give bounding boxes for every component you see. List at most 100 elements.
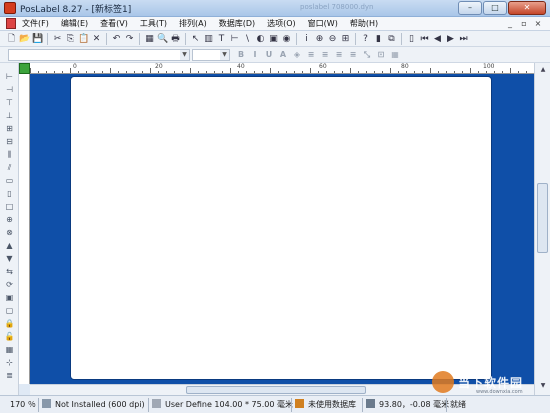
grid-toggle-icon[interactable]: ▦ [4,344,15,355]
zoom-in-icon[interactable]: ⊕ [314,34,325,45]
rotate-icon[interactable]: ⟳ [4,279,15,290]
document-icon[interactable] [6,18,16,29]
align-justify-icon[interactable]: ≡ [348,49,358,60]
doc-restore-button[interactable]: ▫ [518,19,530,29]
paste-icon[interactable]: 📋 [78,34,89,45]
bold-icon[interactable]: B [236,49,246,60]
info-icon[interactable]: ⅰ [301,34,312,45]
help-icon[interactable]: ? [360,34,371,45]
page-icon[interactable]: ▯ [406,34,417,45]
menu-arrange[interactable]: 排列(A) [179,18,207,30]
menu-view[interactable]: 查看(V) [100,18,128,30]
size-combo[interactable]: ▼ [192,49,230,61]
new-icon[interactable]: 🗋 [6,34,17,45]
menu-database[interactable]: 数据库(D) [219,18,255,30]
send-back-icon[interactable]: ▼ [4,253,15,264]
center-v-icon[interactable]: ⊗ [4,227,15,238]
doc-close-button[interactable]: × [532,19,544,29]
maximize-button[interactable]: □ [483,1,507,15]
ruler-tick-label: 100 [483,63,495,70]
snap-icon[interactable]: ⊹ [4,357,15,368]
copy-icon[interactable]: ⎘ [65,34,76,45]
distribute-h-icon[interactable]: ⫼ [4,149,15,160]
group-icon[interactable]: ▣ [4,292,15,303]
shape-tool-icon[interactable]: ◐ [255,34,266,45]
align-center-icon[interactable]: ≡ [320,49,330,60]
horizontal-scroll-thumb[interactable] [186,386,366,394]
status-divider [148,398,149,412]
fill-icon[interactable]: ◈ [292,49,302,60]
zoom-out-icon[interactable]: ⊖ [327,34,338,45]
image-tool-icon[interactable]: ▣ [268,34,279,45]
print-icon[interactable]: 🖶 [170,34,181,45]
grid-icon[interactable]: ▦ [390,49,400,60]
first-page-icon[interactable]: ⏮ [419,34,430,45]
align-top-icon[interactable]: ⊤ [4,97,15,108]
menu-window[interactable]: 窗口(W) [308,18,338,30]
title-bar: PosLabel 8.27 - [新标签1] poslabel 708000.d… [0,0,550,17]
align-bottom-icon[interactable]: ⊥ [4,110,15,121]
distribute-v-icon[interactable]: ⫽ [4,162,15,173]
open-icon[interactable]: 📂 [19,34,30,45]
undo-icon[interactable]: ↶ [111,34,122,45]
align-hcenter-icon[interactable]: ⊞ [4,123,15,134]
text-tool-icon[interactable]: T [216,34,227,45]
vertical-scroll-thumb[interactable] [537,183,548,253]
next-page-icon[interactable]: ▶ [445,34,456,45]
menu-options[interactable]: 选项(O) [267,18,296,30]
menu-edit[interactable]: 编辑(E) [61,18,88,30]
italic-icon[interactable]: I [250,49,260,60]
hline-tool-icon[interactable]: ⊢ [229,34,240,45]
doc-minimize-button[interactable]: _ [504,19,516,29]
ruler-origin[interactable] [19,63,30,74]
align-left-icon[interactable]: ≡ [306,49,316,60]
delete-icon[interactable]: ✕ [91,34,102,45]
line-tool-icon[interactable]: \ [242,34,253,45]
center-h-icon[interactable]: ⊕ [4,214,15,225]
ruler-tick [366,71,367,73]
close-button[interactable]: ✕ [508,1,546,15]
copy-style-icon[interactable]: ⧉ [386,34,397,45]
vertical-scrollbar[interactable]: ▲ ▼ [534,63,550,395]
flip-icon[interactable]: ⇆ [4,266,15,277]
unlock-icon[interactable]: 🔓 [4,331,15,342]
align-right-icon[interactable]: ≡ [334,49,344,60]
underline-icon[interactable]: U [264,49,274,60]
menu-tools[interactable]: 工具(T) [140,18,167,30]
font-combo[interactable]: ▼ [8,49,190,61]
menu-help[interactable]: 帮助(H) [350,18,378,30]
resize-icon[interactable]: ⤡ [362,49,372,60]
cut-icon[interactable]: ✂ [52,34,63,45]
align-left-icon[interactable]: ⊢ [4,71,15,82]
same-size-icon[interactable]: □ [4,201,15,212]
prev-page-icon[interactable]: ◀ [432,34,443,45]
minimize-button[interactable]: – [458,1,482,15]
zoom-fit-icon[interactable]: ⊞ [340,34,351,45]
text-box-icon[interactable]: A [278,49,288,60]
save-icon[interactable]: 💾 [32,34,43,45]
last-page-icon[interactable]: ⏭ [458,34,469,45]
ruler-tick [222,71,223,73]
align-vcenter-icon[interactable]: ⊟ [4,136,15,147]
lock-icon[interactable]: 🔒 [4,318,15,329]
layer-icon[interactable]: ≣ [4,370,15,381]
same-height-icon[interactable]: ▯ [4,188,15,199]
redo-icon[interactable]: ↷ [124,34,135,45]
select-tool-icon[interactable]: ↖ [190,34,201,45]
preview-icon[interactable]: 🔍 [157,34,168,45]
scroll-up-icon[interactable]: ▲ [538,65,548,75]
label-page[interactable] [70,76,492,380]
same-width-icon[interactable]: ▭ [4,175,15,186]
ruler-tick [406,71,407,73]
ungroup-icon[interactable]: ▢ [4,305,15,316]
menu-file[interactable]: 文件(F) [22,18,49,30]
design-canvas[interactable] [30,74,534,384]
rfid-tool-icon[interactable]: ◉ [281,34,292,45]
group-icon[interactable]: ⊡ [376,49,386,60]
align-right-icon[interactable]: ⊣ [4,84,15,95]
db-icon[interactable]: ▮ [373,34,384,45]
ruler-tick [286,71,287,73]
barcode-tool-icon[interactable]: ▥ [203,34,214,45]
bring-front-icon[interactable]: ▲ [4,240,15,251]
table-icon[interactable]: ▦ [144,34,155,45]
